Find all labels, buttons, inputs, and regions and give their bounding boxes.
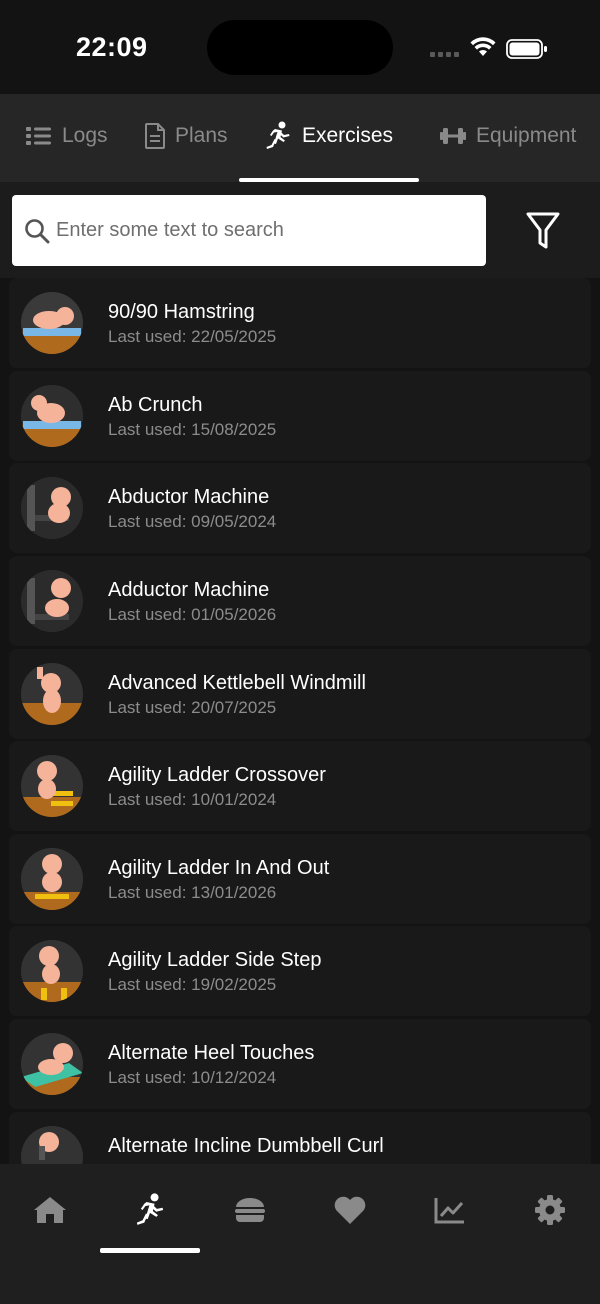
exercise-last-used: Last used: 22/05/2025 (108, 327, 277, 346)
exercise-item[interactable]: Alternate Incline Dumbbell Curl (9, 1112, 591, 1164)
exercise-item[interactable]: Agility Ladder Crossover Last used: 10/0… (9, 741, 591, 831)
exercise-last-used: Last used: 10/12/2024 (108, 1068, 277, 1087)
exercise-thumbnail (21, 292, 83, 354)
exercise-name: Advanced Kettlebell Windmill (108, 672, 366, 694)
exercise-thumbnail (21, 663, 83, 725)
status-time: 22:09 (76, 32, 148, 62)
active-nav-indicator (100, 1248, 200, 1253)
exercise-name: Abductor Machine (108, 486, 270, 508)
exercise-name: Agility Ladder Crossover (108, 764, 326, 786)
nav-health[interactable] (300, 1186, 400, 1234)
exercise-thumbnail (21, 477, 83, 539)
gear-icon (535, 1195, 565, 1225)
dynamic-island (207, 20, 393, 75)
exercise-last-used: Last used: 09/05/2024 (108, 512, 277, 531)
nav-statistics[interactable] (400, 1186, 500, 1234)
wifi-icon (470, 37, 496, 56)
top-tab-bar: Logs Plans Exercises Equipment (0, 94, 600, 182)
exercise-list: 90/90 Hamstring Last used: 22/05/2025 Ab… (0, 278, 600, 1164)
exercise-thumbnail (21, 940, 83, 1002)
exercise-item[interactable]: Alternate Heel Touches Last used: 10/12/… (9, 1019, 591, 1109)
document-icon (145, 123, 165, 149)
tab-plans-label: Plans (175, 124, 228, 147)
exercise-thumbnail (21, 1126, 83, 1164)
exercise-name: Ab Crunch (108, 394, 203, 416)
exercise-name: Agility Ladder In And Out (108, 857, 330, 879)
exercise-item[interactable]: Adductor Machine Last used: 01/05/2026 (9, 556, 591, 646)
filter-icon (526, 212, 560, 249)
heart-icon (334, 1196, 366, 1224)
running-icon (136, 1193, 164, 1225)
bottom-navigation (0, 1164, 600, 1304)
exercise-last-used: Last used: 01/05/2026 (108, 605, 277, 624)
exercise-thumbnail (21, 755, 83, 817)
exercise-last-used: Last used: 15/08/2025 (108, 420, 277, 439)
exercise-item[interactable]: Abductor Machine Last used: 09/05/2024 (9, 463, 591, 553)
exercise-last-used: Last used: 13/01/2026 (108, 883, 277, 902)
tab-equipment[interactable]: Equipment (440, 94, 576, 178)
search-field[interactable] (12, 195, 486, 266)
search-bar (0, 182, 600, 278)
exercise-last-used: Last used: 19/02/2025 (108, 975, 277, 994)
exercise-thumbnail (21, 848, 83, 910)
search-input[interactable] (56, 219, 456, 242)
tab-exercises-label: Exercises (302, 124, 394, 147)
status-bar: 22:09 (0, 0, 600, 94)
tab-plans[interactable]: Plans (145, 94, 228, 178)
exercise-name: Alternate Heel Touches (108, 1042, 315, 1064)
exercise-thumbnail (21, 1033, 83, 1095)
search-icon (25, 218, 50, 243)
nav-settings[interactable] (500, 1186, 600, 1234)
exercise-thumbnail (21, 570, 83, 632)
tab-logs-label: Logs (62, 124, 108, 147)
dumbbell-icon (440, 128, 466, 144)
tab-equipment-label: Equipment (476, 124, 577, 147)
chart-icon (434, 1198, 464, 1224)
exercise-name: Agility Ladder Side Step (108, 949, 322, 971)
exercise-last-used: Last used: 20/07/2025 (108, 698, 277, 717)
exercise-last-used: Last used: 10/01/2024 (108, 790, 277, 809)
exercise-item[interactable]: Agility Ladder Side Step Last used: 19/0… (9, 926, 591, 1016)
home-icon (34, 1197, 66, 1223)
exercise-name: Alternate Incline Dumbbell Curl (108, 1135, 384, 1157)
battery-icon (506, 39, 547, 59)
exercise-item[interactable]: 90/90 Hamstring Last used: 22/05/2025 (9, 278, 591, 368)
exercise-thumbnail (21, 385, 83, 447)
nav-nutrition[interactable] (200, 1186, 300, 1234)
nav-home[interactable] (0, 1186, 100, 1234)
exercise-item[interactable]: Advanced Kettlebell Windmill Last used: … (9, 649, 591, 739)
nav-exercises[interactable] (100, 1186, 200, 1234)
filter-button[interactable] (520, 208, 566, 254)
tab-logs[interactable]: Logs (26, 94, 108, 178)
exercise-item[interactable]: Ab Crunch Last used: 15/08/2025 (9, 371, 591, 461)
cellular-signal-icon (430, 52, 460, 58)
exercise-item[interactable]: Agility Ladder In And Out Last used: 13/… (9, 834, 591, 924)
exercise-name: Adductor Machine (108, 579, 270, 601)
exercise-name: 90/90 Hamstring (108, 301, 255, 323)
list-icon (26, 127, 51, 145)
burger-icon (235, 1198, 265, 1222)
running-icon (266, 121, 290, 149)
tab-exercises[interactable]: Exercises (264, 94, 393, 178)
